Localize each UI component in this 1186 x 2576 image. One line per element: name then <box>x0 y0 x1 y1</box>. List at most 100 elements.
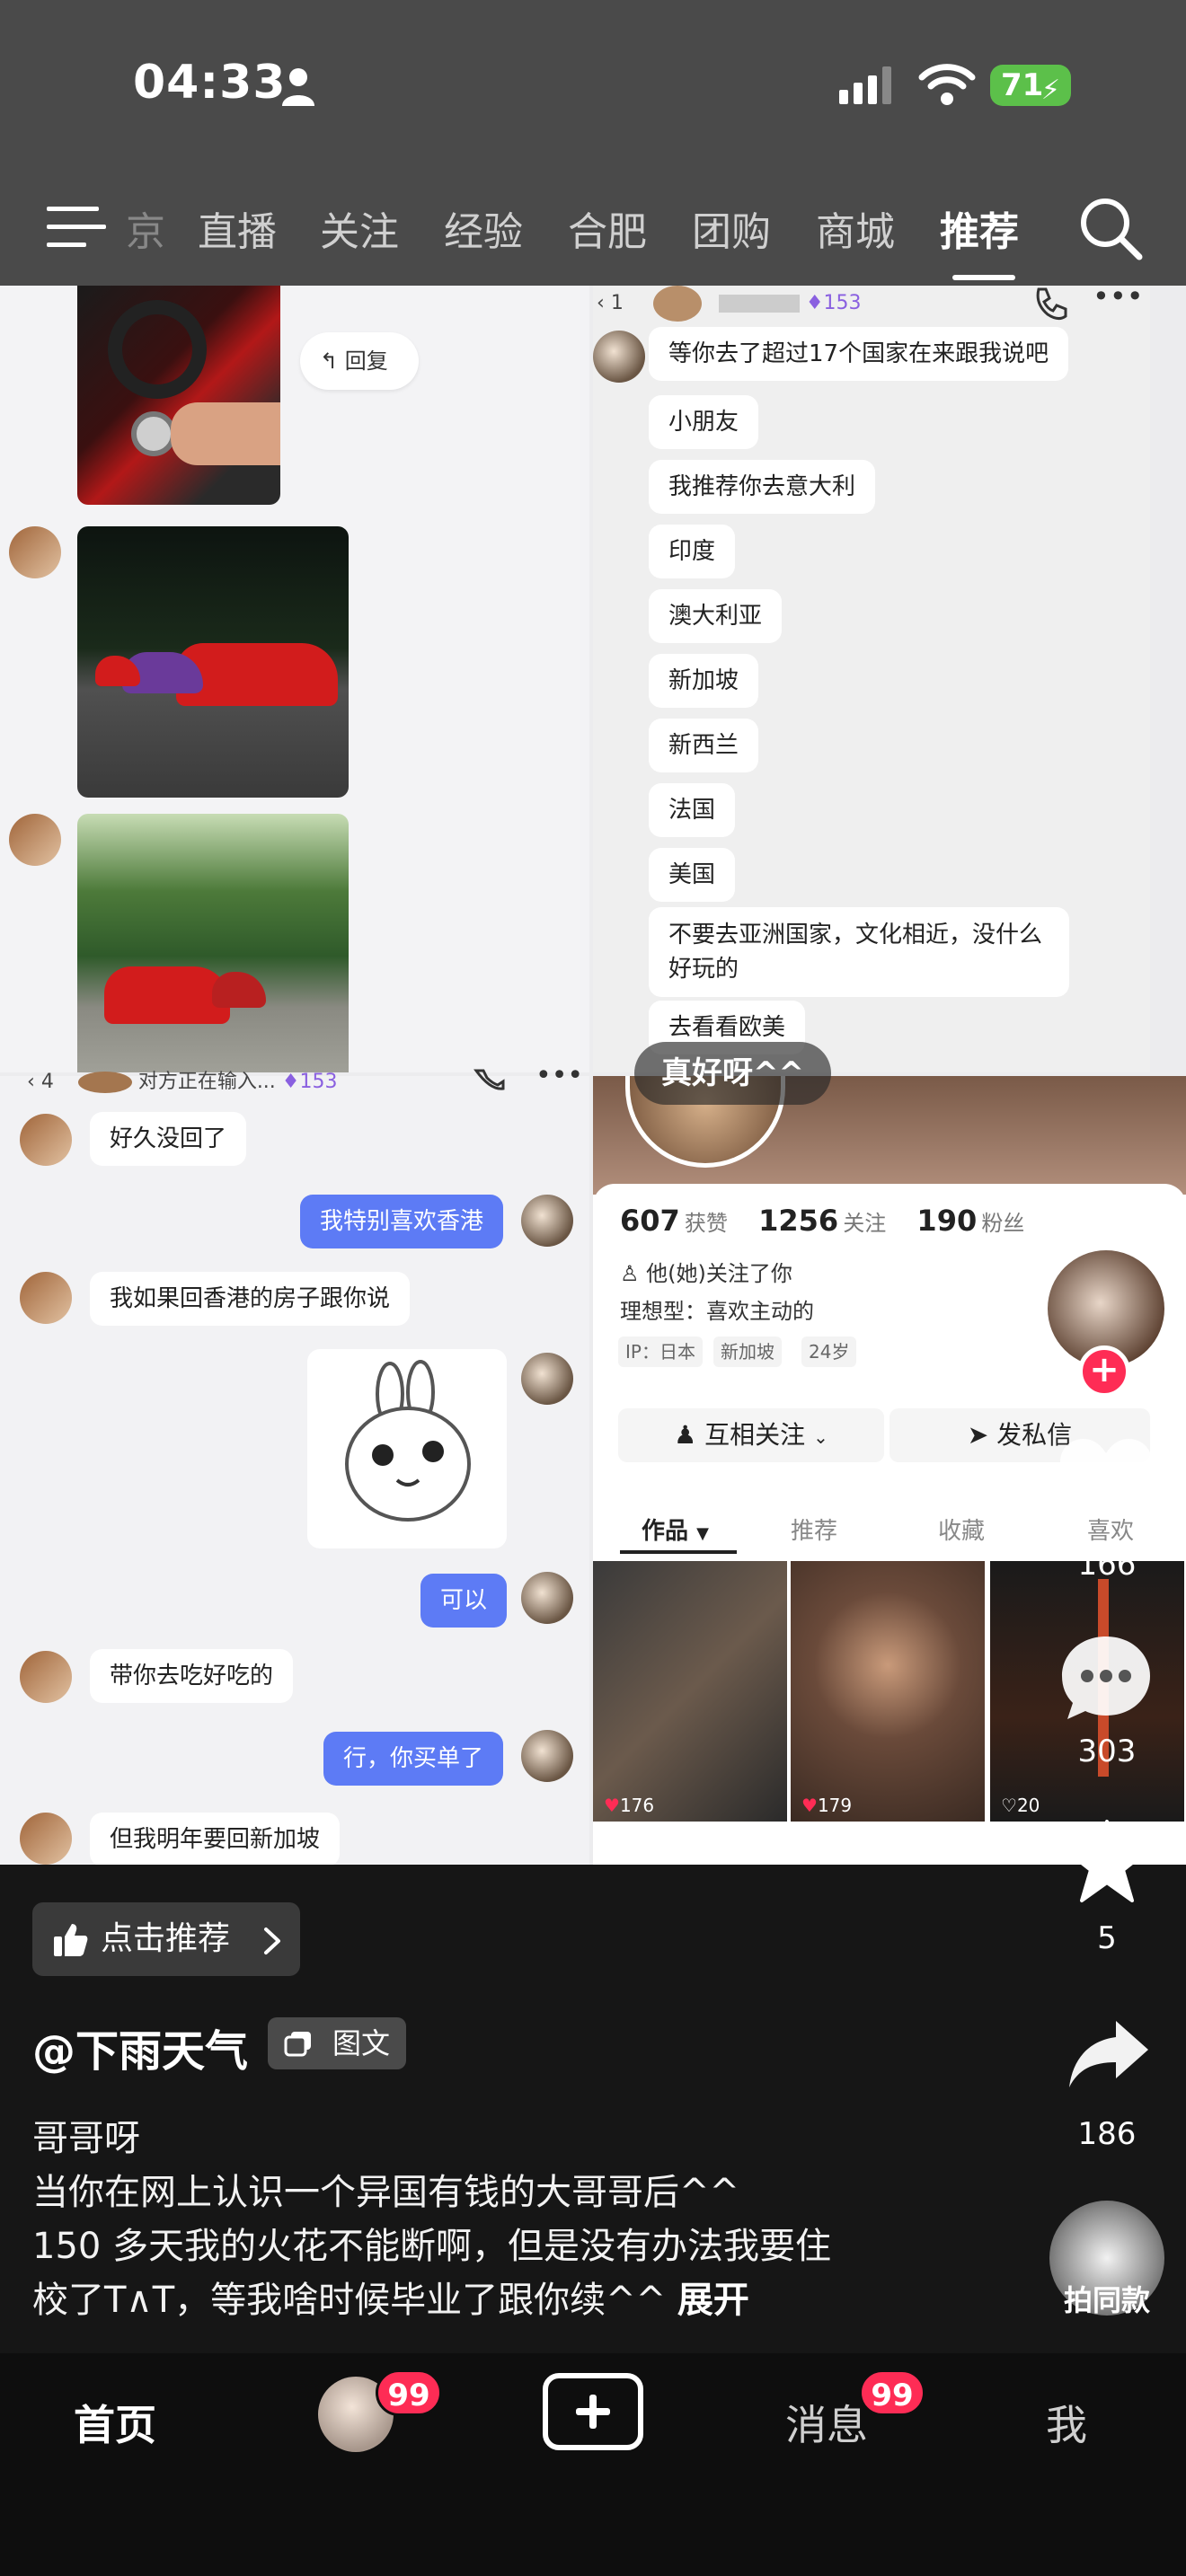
battery-level: 71 <box>1001 67 1044 103</box>
ferrari-interior-photo <box>77 286 280 505</box>
like-heart-icon[interactable] <box>1057 1437 1155 1523</box>
tab-live[interactable]: 直播 <box>198 199 277 257</box>
tab-experience[interactable]: 经验 <box>444 199 523 257</box>
comment-icon[interactable] <box>1058 1633 1154 1723</box>
tab-partial[interactable]: 京 <box>126 199 165 257</box>
location-chip: 新加坡 <box>713 1337 782 1367</box>
profile-tab-works: 作品 ▼ <box>642 1518 709 1545</box>
avatar <box>20 1272 72 1324</box>
author-name[interactable]: @下雨天气 <box>32 2016 248 2078</box>
mutual-follow-button: ♟ 互相关注 ⌄ <box>618 1408 884 1462</box>
bunny-sticker <box>307 1349 507 1548</box>
phone-icon <box>474 1069 505 1090</box>
create-post-button[interactable] <box>543 2373 643 2450</box>
tree-lined-road-photo <box>77 814 349 1072</box>
send-icon: ➤ <box>967 1420 989 1450</box>
tab-mall[interactable]: 商城 <box>816 199 895 257</box>
chat-message-sent: 行，你买单了 <box>323 1732 504 1786</box>
plus-icon <box>576 2395 610 2429</box>
profile-tab-favorites: 收藏 <box>938 1518 986 1545</box>
overlay-caption: 真好呀^^ <box>634 1042 831 1105</box>
chevron-right-icon <box>264 1928 280 1954</box>
chat-message: 好久没回了 <box>90 1112 247 1166</box>
more-icon: ••• <box>535 1060 584 1091</box>
chat-header: ‹ 1 ♦153 <box>597 286 862 322</box>
share-count: 186 <box>1077 2116 1137 2152</box>
user-outline-icon: ♙ <box>620 1261 640 1286</box>
avatar <box>521 1353 573 1405</box>
avatar <box>521 1572 573 1624</box>
chat-header: ‹ 4 对方正在输入... ♦153 <box>27 1065 338 1094</box>
like-count: 166 <box>1077 1547 1137 1583</box>
chat-message: 小朋友 <box>649 395 759 449</box>
avatar <box>521 1730 573 1782</box>
caption-line: 150 多天我的火花不能断啊，但是没有办法我要住 <box>32 2226 832 2267</box>
friends-badge: 99 <box>376 2369 442 2416</box>
caption-line: 校了T∧T，等我啥时候毕业了跟你续^^ 展开 <box>32 2280 749 2321</box>
chat-message: 带你去吃好吃的 <box>90 1649 294 1703</box>
avatar <box>9 526 61 578</box>
wifi-icon <box>918 64 976 105</box>
grid-photo-bowl <box>791 1561 985 1822</box>
avatar <box>20 1651 72 1703</box>
chat-message: 印度 <box>649 525 736 578</box>
profile-stats: 607 获赞 1256 关注 190 粉丝 <box>620 1204 1024 1238</box>
chat-unread-count: 1 <box>610 292 624 314</box>
chat-message: 新加坡 <box>649 654 759 708</box>
flame-level: ♦153 <box>281 1071 338 1093</box>
nav-home[interactable]: 首页 <box>74 2393 156 2452</box>
tab-recommend[interactable]: 推荐 <box>940 199 1019 257</box>
chat-message-sent: 我特别喜欢香港 <box>300 1195 504 1248</box>
expand-link[interactable]: 展开 <box>677 2280 749 2321</box>
tab-group-buy[interactable]: 团购 <box>692 199 771 257</box>
caption-line: 哥哥呀 <box>32 2118 140 2159</box>
chat-message: 我如果回香港的房子跟你说 <box>90 1272 411 1326</box>
avatar <box>521 1195 573 1247</box>
same-style-label[interactable]: 拍同款 <box>1053 2278 1161 2319</box>
ip-chip: IP：日本 <box>618 1337 703 1367</box>
image-post-icon <box>284 2032 311 2057</box>
status-time: 04:33 <box>133 56 287 110</box>
nav-me[interactable]: 我 <box>1046 2393 1087 2452</box>
flame-level: ♦153 <box>805 292 862 314</box>
battery-indicator: 71 ⚡ <box>990 65 1071 106</box>
chat-message-sent: 可以 <box>420 1574 508 1628</box>
post-type-label: 图文 <box>332 2026 391 2060</box>
user-check-icon: ♟ <box>674 1420 697 1450</box>
caption-line: 当你在网上认识一个异国有钱的大哥哥后^^ <box>32 2172 740 2213</box>
following-label: 关注 <box>843 1211 887 1236</box>
avatar <box>20 1114 72 1166</box>
share-arrow-icon[interactable] <box>1066 2017 1152 2089</box>
comment-count: 303 <box>1077 1734 1137 1769</box>
grid-photo-food <box>593 1561 787 1822</box>
avatar <box>9 814 61 866</box>
more-icon: ••• <box>1093 286 1144 313</box>
following-count: 1256 <box>758 1204 839 1238</box>
thumbs-up-icon <box>54 1924 88 1956</box>
fans-label: 粉丝 <box>981 1211 1025 1236</box>
chat-message: 美国 <box>649 848 736 902</box>
chat-message: 不要去亚洲国家，文化相近，没什么好玩的 <box>649 907 1069 997</box>
grid-like-count: ♥176 <box>604 1795 655 1816</box>
chat-message: 新西兰 <box>649 719 759 772</box>
nav-messages[interactable]: 消息 <box>785 2393 868 2452</box>
post-image[interactable]: ↰ 回复 ‹ 1 ♦153 ••• 等你去了超过17个国家在来跟我说吧 小朋友 … <box>0 286 1186 1865</box>
active-tab-indicator <box>952 275 1015 280</box>
chat-unread-count: 4 <box>40 1071 54 1093</box>
cellular-signal-icon <box>839 66 891 104</box>
favorite-star-icon[interactable] <box>1062 1818 1152 1904</box>
followed-you-text: ♙ 他(她)关注了你 <box>620 1261 792 1286</box>
chat-message: 等你去了超过17个国家在来跟我说吧 <box>649 327 1069 381</box>
tab-following[interactable]: 关注 <box>320 199 399 257</box>
avatar <box>20 1813 72 1865</box>
likes-count: 607 <box>620 1204 680 1238</box>
phone-icon <box>1036 287 1067 321</box>
reply-label: 回复 <box>344 348 388 374</box>
chat-message: 法国 <box>649 783 736 837</box>
profile-tab-underline <box>620 1550 737 1554</box>
search-icon[interactable] <box>1078 196 1143 260</box>
tab-hefei[interactable]: 合肥 <box>568 199 647 257</box>
recommend-label: 点击推荐 <box>101 1920 231 1957</box>
night-cars-photo <box>77 526 349 798</box>
menu-icon[interactable] <box>47 205 106 250</box>
